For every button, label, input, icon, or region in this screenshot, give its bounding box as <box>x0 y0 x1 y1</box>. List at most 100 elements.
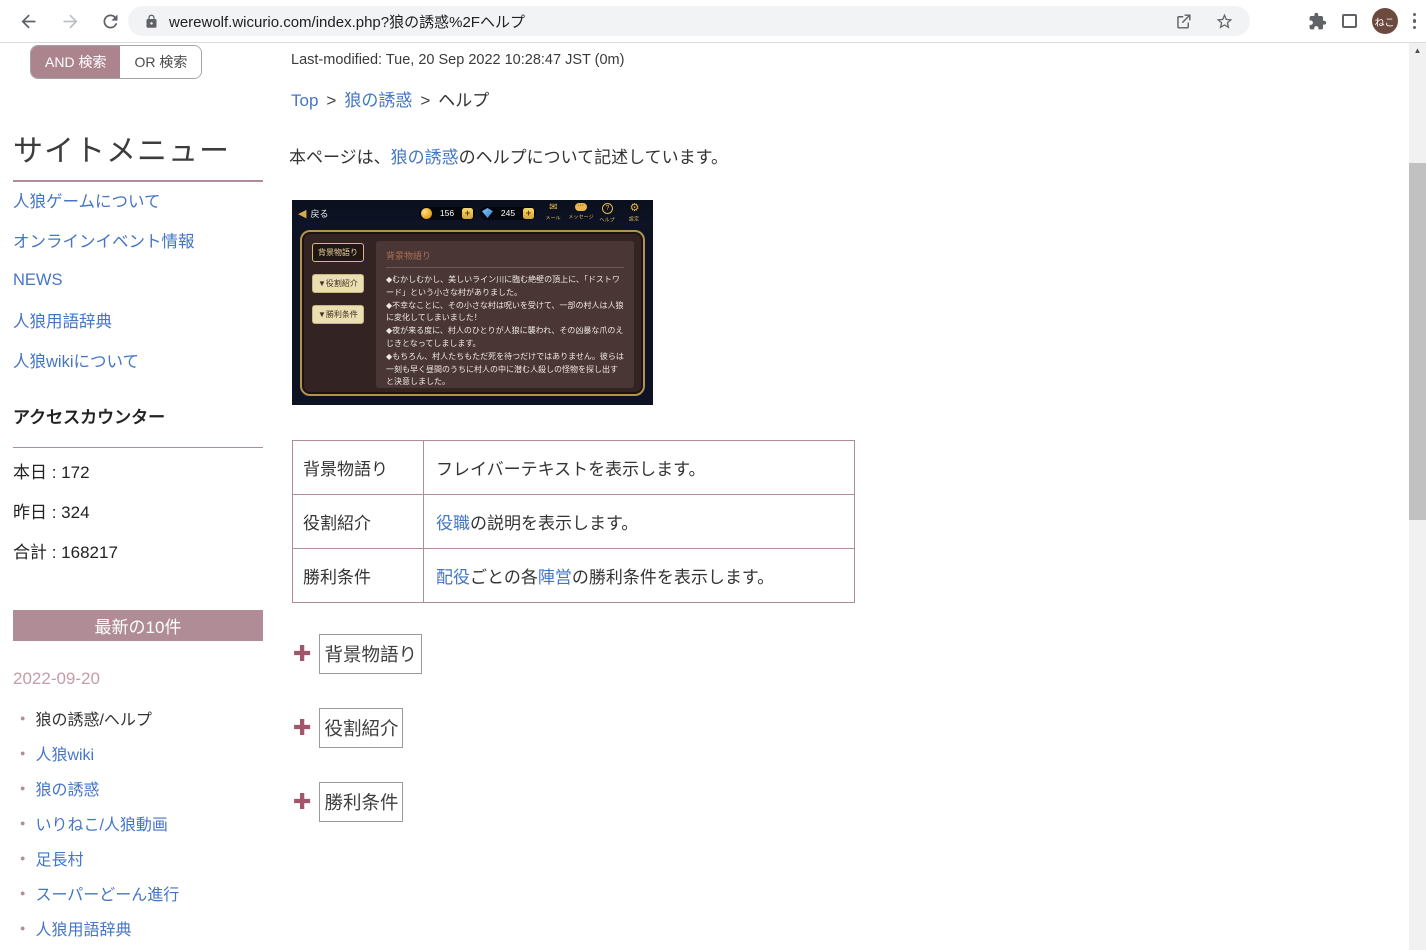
lock-icon <box>146 14 157 28</box>
browser-toolbar: werewolf.wicurio.com/index.php?狼の誘惑%2Fヘル… <box>0 0 1426 43</box>
share-icon[interactable] <box>1174 12 1193 31</box>
bullet-icon: ● <box>20 747 26 758</box>
sidebar-menu-link[interactable]: 人狼用語辞典 <box>13 308 112 332</box>
table-desc-link[interactable]: 陣営 <box>538 568 572 587</box>
sidebar-menu-link[interactable]: オンラインイベント情報 <box>13 228 195 252</box>
counter-line: 合計 : 168217 <box>13 542 118 562</box>
recent-item-link[interactable]: 狼の誘惑 <box>35 776 99 800</box>
and-search-tab[interactable]: AND 検索 <box>31 46 121 78</box>
table-desc-text: の勝利条件を表示します。 <box>571 568 775 587</box>
recent-item: ● 狼の誘惑/ヘルプ <box>13 700 283 735</box>
recent-item: ● いりねこ/人狼動画 <box>13 805 283 840</box>
nav-icon-label: ヘルプ <box>599 217 616 223</box>
recent-item: ● スーパーどーん進行 <box>13 875 283 910</box>
intro-paragraph: 本ページは、狼の誘惑のヘルプについて記述しています。 <box>289 143 728 168</box>
story-line: ◆むかしむかし、美しいライン川に臨む絶壁の頂上に、「ドストワード」という小さな村… <box>386 275 620 297</box>
breadcrumb-current: ヘルプ <box>438 91 490 110</box>
bullet-icon: ● <box>20 852 26 863</box>
recent-date: 2022-09-20 <box>13 669 100 688</box>
forward-icon[interactable] <box>56 7 84 35</box>
or-search-tab[interactable]: OR 検索 <box>120 46 202 78</box>
table-desc-cell: 配役ごとの各陣営の勝利条件を表示します。 <box>423 548 855 603</box>
nav-icon-label: 設定 <box>629 216 640 222</box>
recent-list: ● 狼の誘惑/ヘルプ ● 人狼wiki ● 狼の誘惑 ● いりねこ/人狼動画 ● 足長村 ● スーパー… <box>13 700 283 945</box>
sidebar-menu-link[interactable]: 人狼wikiについて <box>13 348 139 372</box>
sidebar-menu-link[interactable]: NEWS <box>13 271 63 290</box>
screenshot-tab-button: 背景物語り <box>312 243 364 262</box>
nav-icon-label: メッセージ <box>567 214 594 220</box>
expand-plus-icon[interactable]: ✚ <box>293 791 311 813</box>
screenshot-story-panel: 背景物語り ▼役割紹介 ▼勝利条件 背景物語り ◆むかしむかし、美しいライン川に臨む… <box>300 230 645 396</box>
table-desc-text: の説明を表示します。 <box>470 514 639 533</box>
scrollbar-up-icon[interactable]: ▲ <box>1409 43 1426 59</box>
gem-icon <box>482 208 493 218</box>
page-scrollbar[interactable]: ▲ <box>1409 43 1426 950</box>
site-menu-list: 人狼ゲームについてオンラインイベント情報 NEWS 人狼用語辞典人狼wikiについて <box>13 180 273 380</box>
story-line: ◆不幸なことに、その小さな村は呪いを受けて、一部の村人は人狼に変化してしまいまし… <box>386 300 624 323</box>
screenshot-nav-help: ? ヘルプ <box>595 202 620 224</box>
address-bar[interactable]: werewolf.wicurio.com/index.php?狼の誘惑%2Fヘル… <box>128 6 1250 36</box>
gem-counter: 245 + <box>480 206 536 220</box>
side-panel-icon[interactable] <box>1341 14 1357 28</box>
expander-title[interactable]: 背景物語り <box>319 634 422 674</box>
add-gem-icon: + <box>523 207 534 219</box>
table-desc-cell: フレイバーテキストを表示します。 <box>423 440 855 495</box>
recent-item: ● 人狼wiki <box>13 735 283 770</box>
counter-line: 昨日 : 324 <box>13 502 90 522</box>
bullet-icon: ● <box>20 887 26 898</box>
sidebar-menu-item: 人狼ゲームについて <box>13 180 273 220</box>
table-desc-text: フレイバーテキストを表示します。 <box>436 460 706 479</box>
recent-item-link[interactable]: 足長村 <box>35 846 83 870</box>
coin-count: 156 <box>439 208 455 218</box>
recent-banner: 最新の10件 <box>13 610 263 641</box>
table-desc-cell: 役職の説明を表示します。 <box>423 494 855 549</box>
table-row: 勝利条件 配役ごとの各陣営の勝利条件を表示します。 <box>292 548 855 603</box>
recent-item-link[interactable]: 人狼wiki <box>35 741 94 765</box>
recent-item-current: 狼の誘惑/ヘルプ <box>35 711 152 729</box>
coin-counter: 156 + <box>419 206 475 220</box>
expander-row: ✚ 役割紹介 <box>293 708 404 748</box>
expander-title[interactable]: 役割紹介 <box>319 708 404 748</box>
nav-icon-label: メール <box>545 215 562 221</box>
message-icon: ··· <box>574 202 587 211</box>
screenshot-topbar: ◀ 戻る 156 + 245 + ✉ メール ··· メッセージ? ヘルプ ⚙ 設定 <box>292 200 653 226</box>
scrollbar-thumb[interactable] <box>1409 163 1426 520</box>
recent-item: ● 人狼用語辞典 <box>13 910 283 945</box>
gem-count: 245 <box>500 208 516 218</box>
counter-line: 本日 : 172 <box>13 462 90 482</box>
last-modified: Last-modified: Tue, 20 Sep 2022 10:28:47… <box>291 52 625 68</box>
story-text: ◆むかしむかし、美しいライン川に臨む絶壁の頂上に、「ドストワード」という小さな村… <box>386 274 624 388</box>
intro-link[interactable]: 狼の誘惑 <box>391 148 459 167</box>
bookmark-star-icon[interactable] <box>1215 12 1234 31</box>
expander-title[interactable]: 勝利条件 <box>319 782 404 822</box>
menu-kebab-icon[interactable] <box>1412 12 1416 30</box>
counter-divider <box>13 447 263 448</box>
table-desc-link[interactable]: 役職 <box>436 514 470 533</box>
sidebar-menu-item: 人狼wikiについて <box>13 340 273 380</box>
access-counter-list: 本日 : 172 昨日 : 324 合計 : 168217 <box>13 450 273 570</box>
url-text: werewolf.wicurio.com/index.php?狼の誘惑%2Fヘル… <box>169 13 525 31</box>
expand-plus-icon[interactable]: ✚ <box>293 717 311 739</box>
extensions-icon[interactable] <box>1308 12 1327 31</box>
table-desc-link[interactable]: 配役 <box>436 568 470 587</box>
recent-item-link[interactable]: 人狼用語辞典 <box>35 916 131 940</box>
breadcrumb-page-link[interactable]: 狼の誘惑 <box>344 91 412 110</box>
recent-item-link[interactable]: スーパーどーん進行 <box>35 881 179 905</box>
reload-icon[interactable] <box>96 7 124 35</box>
mail-icon: ✉ <box>549 201 558 213</box>
table-term-cell: 役割紹介 <box>292 494 424 549</box>
sidebar-menu-link[interactable]: 人狼ゲームについて <box>13 188 161 212</box>
screenshot-story-content: 背景物語り ◆むかしむかし、美しいライン川に臨む絶壁の頂上に、「ドストワード」と… <box>376 241 634 388</box>
screenshot-tab-button: ▼勝利条件 <box>312 305 364 324</box>
back-arrow-icon: ◀ <box>298 207 307 220</box>
story-line: ◆夜が来る度に、村人のひとりが人狼に襲われ、その凶暴な爪のえじきとなってしましま… <box>386 326 624 348</box>
recent-item-link[interactable]: いりねこ/人狼動画 <box>35 811 167 835</box>
profile-avatar[interactable]: ねこ <box>1371 8 1398 34</box>
breadcrumb-top-link[interactable]: Top <box>291 91 318 110</box>
site-menu-title: サイトメニュー <box>13 135 230 168</box>
expand-plus-icon[interactable]: ✚ <box>293 643 311 665</box>
bullet-icon: ● <box>20 922 26 933</box>
back-icon[interactable] <box>14 7 42 35</box>
bullet-icon: ● <box>20 782 26 793</box>
sidebar-menu-item: NEWS <box>13 260 273 300</box>
